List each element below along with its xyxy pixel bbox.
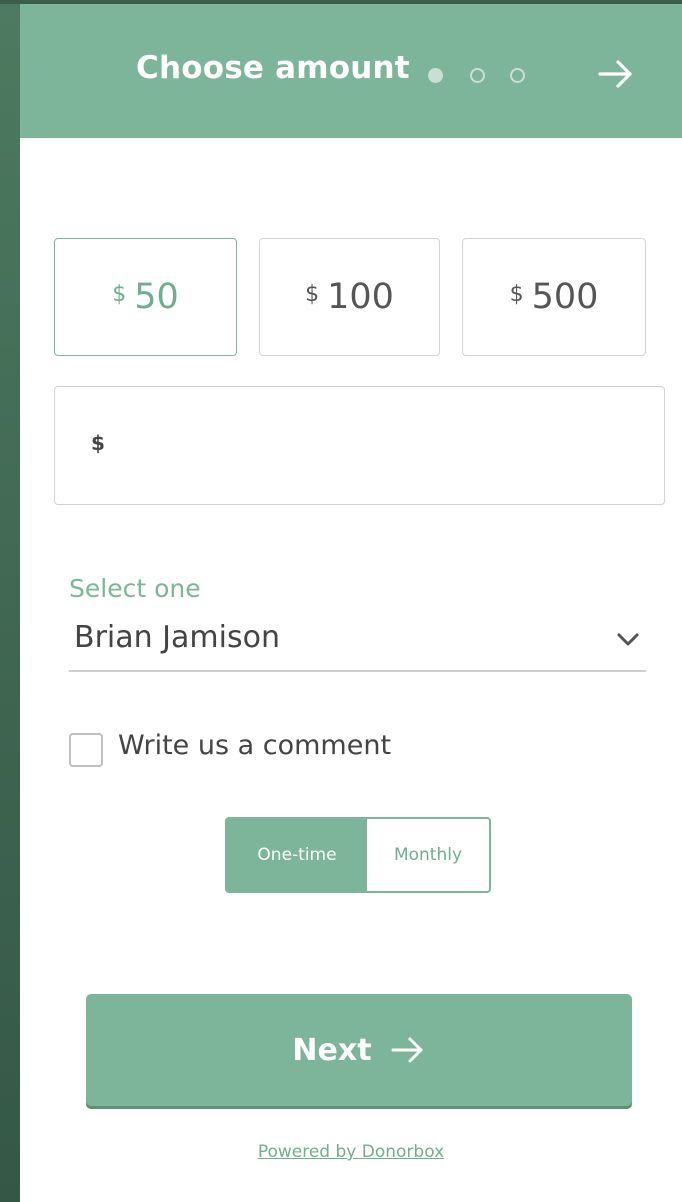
frequency-toggle: One-time Monthly <box>225 817 491 893</box>
amount-value: 50 <box>134 277 179 317</box>
amount-option-500[interactable]: $ 500 <box>462 238 646 356</box>
step-dot-active <box>428 68 443 83</box>
custom-amount-input[interactable] <box>117 407 651 485</box>
header-title: Choose amount <box>136 50 410 86</box>
powered-by-link[interactable]: Powered by Donorbox <box>20 1142 682 1162</box>
custom-amount-field[interactable]: $ <box>54 386 665 505</box>
currency-symbol: $ <box>91 431 105 455</box>
frequency-one-time[interactable]: One-time <box>227 819 367 891</box>
select-label: Select one <box>69 574 201 603</box>
comment-checkbox[interactable] <box>69 733 103 767</box>
next-button[interactable]: Next <box>86 994 632 1106</box>
comment-label[interactable]: Write us a comment <box>118 730 391 761</box>
chevron-down-icon <box>617 633 639 646</box>
amount-value: 100 <box>327 277 394 317</box>
header-bar: Choose amount <box>20 4 682 138</box>
currency-symbol: $ <box>112 281 127 307</box>
designation-select[interactable]: Brian Jamison <box>69 616 646 672</box>
amount-value: 500 <box>531 277 599 317</box>
amount-option-100[interactable]: $ 100 <box>259 238 440 356</box>
next-button-label: Next <box>292 1032 372 1068</box>
amount-option-50[interactable]: $ 50 <box>54 238 237 356</box>
select-value: Brian Jamison <box>74 620 280 655</box>
arrow-right-icon[interactable] <box>596 56 636 92</box>
donation-widget: Choose amount $ 50 $ 100 $ 500 $ Select … <box>20 4 682 1202</box>
arrow-right-icon <box>391 1037 423 1063</box>
currency-symbol: $ <box>305 281 320 307</box>
step-dot <box>470 68 485 83</box>
currency-symbol: $ <box>509 281 524 307</box>
frequency-monthly[interactable]: Monthly <box>367 819 489 891</box>
background-frame <box>0 0 20 1202</box>
step-dot <box>510 68 525 83</box>
